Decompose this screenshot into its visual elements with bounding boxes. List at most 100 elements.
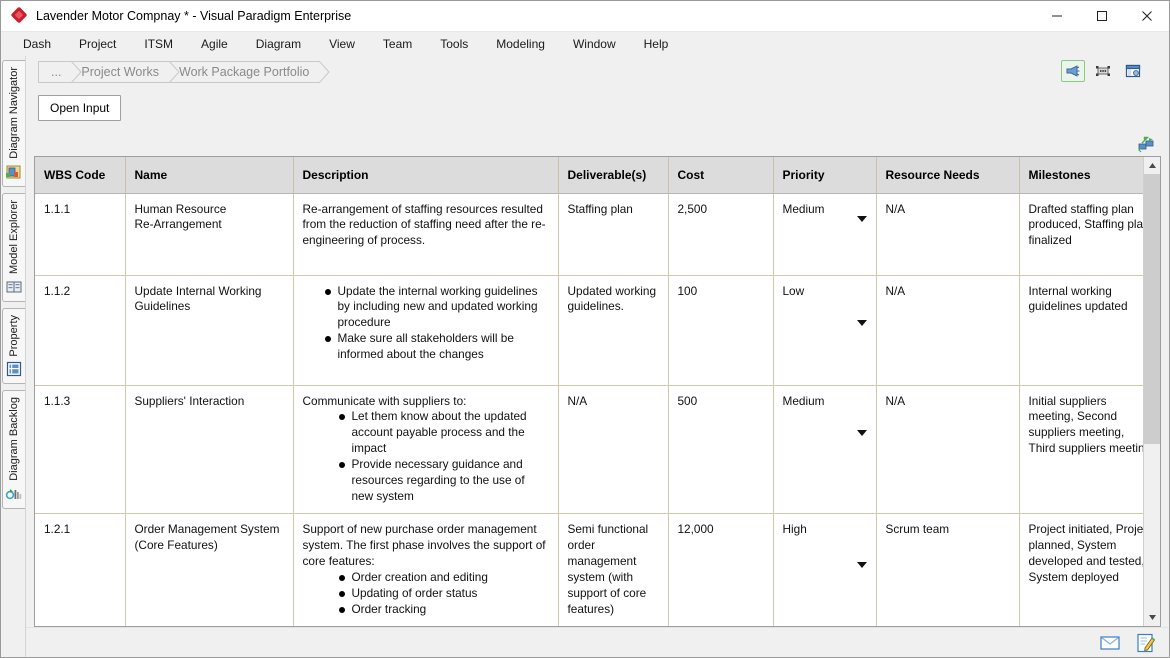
cell-deliverables[interactable]: N/A — [558, 385, 669, 514]
view-toolbar — [1061, 60, 1145, 82]
milestones-more-button[interactable]: … — [1142, 324, 1143, 337]
milestones-more-button[interactable]: … — [1142, 443, 1143, 456]
milestones-value: Initial suppliers meeting, Second suppli… — [1028, 393, 1144, 456]
menu-item-help[interactable]: Help — [630, 34, 683, 54]
breadcrumb-item-project-works[interactable]: Project Works — [71, 61, 180, 83]
column-header-wbs-code[interactable]: WBS Code — [35, 157, 126, 194]
table-row[interactable]: 1.2.1 Order Management System (Core Feat… — [35, 513, 1143, 626]
column-header-resource-needs[interactable]: Resource Needs — [876, 157, 1020, 194]
breadcrumb-item-work-package-portfolio[interactable]: Work Package Portfolio — [169, 61, 331, 83]
menu-item-dash[interactable]: Dash — [9, 34, 65, 54]
menu-item-itsm[interactable]: ITSM — [130, 34, 187, 54]
cell-name-line: Re-Arrangement — [134, 217, 222, 232]
sidebar-item-diagram-navigator[interactable]: Diagram Navigator — [1, 60, 25, 187]
deliverable-line: N/A — [567, 393, 588, 408]
message-envelope-icon[interactable] — [1099, 633, 1121, 653]
cell-description[interactable]: Update the internal working guidelines b… — [293, 275, 559, 386]
milestones-more-button[interactable]: … — [1142, 228, 1143, 241]
status-bar — [26, 627, 1169, 657]
cell-milestones[interactable]: Internal working guidelines updated … — [1019, 275, 1143, 386]
cell-name-line: Guidelines — [134, 299, 191, 314]
cell-description[interactable]: Re-arrangement of staffing resources res… — [293, 193, 559, 276]
cell-deliverables[interactable]: Semi functional order management system … — [558, 513, 669, 626]
chevron-down-icon[interactable] — [856, 215, 867, 222]
work-package-table-container: WBS Code Name Description Deliverable(s)… — [34, 156, 1161, 627]
sidebar-item-property[interactable]: Property — [1, 307, 25, 385]
column-header-deliverables[interactable]: Deliverable(s) — [558, 157, 669, 194]
cell-resource-needs[interactable]: N/A — [876, 275, 1020, 386]
close-button[interactable] — [1124, 1, 1169, 32]
table-row[interactable]: 1.1.2 Update Internal Working Guidelines — [35, 275, 1143, 386]
column-header-description[interactable]: Description — [293, 157, 559, 194]
cell-priority[interactable]: Medium — [773, 193, 877, 276]
deliverable-line: features) — [567, 601, 615, 616]
cell-cost[interactable]: 100 — [668, 275, 774, 386]
description-intro: Re-arrangement of staffing resources res… — [302, 201, 546, 248]
menu-item-tools[interactable]: Tools — [426, 34, 482, 54]
menu-item-diagram[interactable]: Diagram — [242, 34, 315, 54]
cell-wbs-code[interactable]: 1.1.3 — [35, 385, 126, 514]
cell-cost[interactable]: 2,500 — [668, 193, 774, 276]
table-vertical-scrollbar[interactable] — [1143, 157, 1160, 626]
scroll-down-button[interactable] — [1144, 609, 1160, 626]
sync-refresh-icon[interactable] — [1137, 136, 1157, 154]
chevron-down-icon[interactable] — [856, 429, 867, 436]
chevron-down-icon[interactable] — [856, 319, 867, 326]
announcement-icon[interactable] — [1061, 60, 1085, 82]
edit-note-icon[interactable] — [1135, 633, 1157, 653]
maximize-button[interactable] — [1079, 1, 1124, 32]
cell-resource-needs[interactable]: N/A — [876, 385, 1020, 514]
cell-name[interactable]: Order Management System (Core Features) — [125, 513, 294, 626]
menu-item-view[interactable]: View — [315, 34, 369, 54]
scroll-up-button[interactable] — [1144, 157, 1160, 174]
cell-deliverables[interactable]: Updated working guidelines. — [558, 275, 669, 386]
cell-wbs-code[interactable]: 1.2.1 — [35, 513, 126, 626]
cell-priority[interactable]: High — [773, 513, 877, 626]
panel-layout-icon[interactable] — [1121, 60, 1145, 82]
fit-to-frame-icon[interactable] — [1091, 60, 1115, 82]
cell-wbs-code[interactable]: 1.1.2 — [35, 275, 126, 386]
scrollbar-track[interactable] — [1144, 174, 1160, 609]
cell-milestones[interactable]: Project initiated, Project planned, Syst… — [1019, 513, 1143, 626]
column-header-cost[interactable]: Cost — [668, 157, 774, 194]
cell-name[interactable]: Human Resource Re-Arrangement — [125, 193, 294, 276]
minimize-button[interactable] — [1034, 1, 1079, 32]
table-row[interactable]: 1.1.3 Suppliers' Interaction Communicate… — [35, 385, 1144, 514]
menu-item-team[interactable]: Team — [369, 34, 426, 54]
cell-deliverables[interactable]: Staffing plan — [558, 193, 669, 276]
deliverable-line: order management — [567, 537, 637, 568]
column-header-priority[interactable]: Priority — [773, 157, 877, 194]
cell-priority[interactable]: Low — [773, 275, 877, 386]
menu-item-window[interactable]: Window — [559, 34, 630, 54]
description-bullet: Order creation and editing — [338, 570, 549, 586]
menu-item-modeling[interactable]: Modeling — [482, 34, 559, 54]
cell-description[interactable]: Support of new purchase order management… — [293, 513, 559, 626]
cell-name[interactable]: Suppliers' Interaction — [125, 385, 294, 514]
property-icon — [6, 362, 21, 377]
table-row[interactable]: 1.1.1 Human Resource Re-Arrangement Re-a… — [35, 193, 1143, 276]
cell-cost[interactable]: 500 — [668, 385, 774, 514]
column-header-milestones[interactable]: Milestones — [1019, 157, 1143, 194]
priority-value: Medium — [782, 393, 825, 408]
milestones-more-button[interactable]: … — [1142, 568, 1143, 581]
cell-wbs-code[interactable]: 1.1.1 — [35, 193, 126, 276]
cell-description[interactable]: Communicate with suppliers to: Let them … — [293, 385, 559, 514]
scrollbar-thumb[interactable] — [1144, 174, 1160, 444]
sidebar-item-model-explorer[interactable]: Model Explorer — [1, 192, 25, 302]
breadcrumb-item-root[interactable]: ... — [38, 61, 83, 83]
cell-priority[interactable]: Medium — [773, 385, 877, 514]
open-input-button[interactable]: Open Input — [38, 95, 122, 121]
cell-resource-needs[interactable]: Scrum team — [876, 513, 1020, 626]
deliverable-line: support of core — [567, 585, 647, 600]
chevron-down-icon[interactable] — [856, 561, 867, 568]
cell-milestones[interactable]: Initial suppliers meeting, Second suppli… — [1019, 385, 1144, 514]
title-bar: Lavender Motor Compnay * - Visual Paradi… — [1, 1, 1169, 32]
menu-item-agile[interactable]: Agile — [187, 34, 242, 54]
cell-resource-needs[interactable]: N/A — [876, 193, 1020, 276]
cell-cost[interactable]: 12,000 — [668, 513, 774, 626]
menu-item-project[interactable]: Project — [65, 34, 130, 54]
cell-milestones[interactable]: Drafted staffing plan produced, Staffing… — [1019, 193, 1143, 276]
sidebar-item-diagram-backlog[interactable]: Diagram Backlog — [1, 390, 25, 510]
column-header-name[interactable]: Name — [125, 157, 294, 194]
cell-name[interactable]: Update Internal Working Guidelines — [125, 275, 294, 386]
